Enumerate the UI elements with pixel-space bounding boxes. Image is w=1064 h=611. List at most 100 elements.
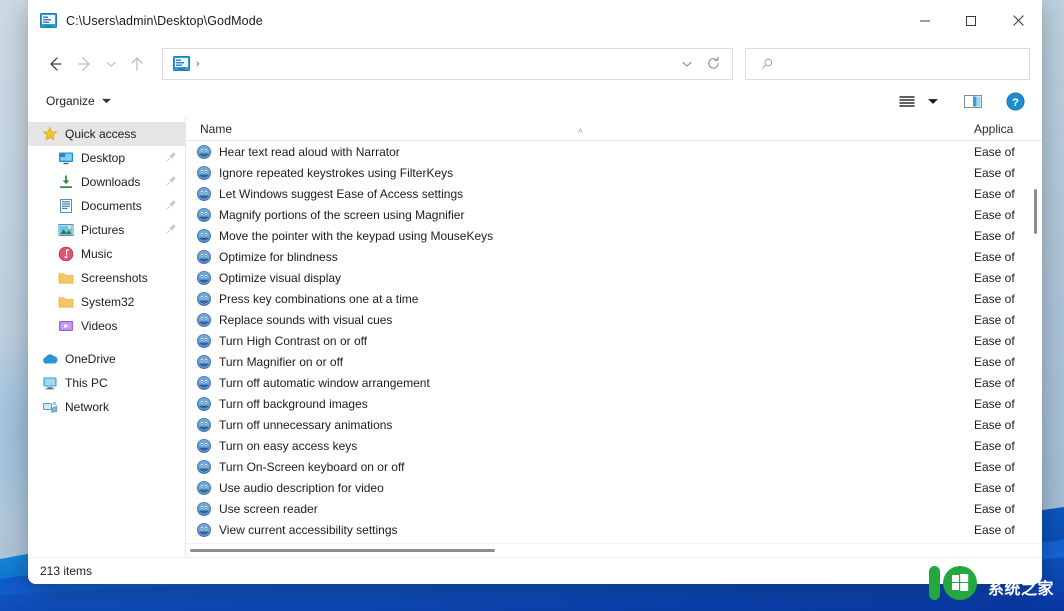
table-row[interactable]: Turn on easy access keys Ease of <box>186 435 1042 456</box>
table-row[interactable]: Optimize visual display Ease of <box>186 267 1042 288</box>
view-options-button[interactable] <box>892 89 922 113</box>
file-name-cell[interactable]: View current accessibility settings <box>186 522 968 538</box>
pin-icon[interactable] <box>166 151 177 165</box>
file-rows-container[interactable]: Hear text read aloud with Narrator Ease o… <box>186 141 1042 543</box>
sidebar-item-desktop[interactable]: Desktop <box>28 146 185 170</box>
table-row[interactable]: Turn off unnecessary animations Ease of <box>186 414 1042 435</box>
breadcrumb-separator[interactable]: › <box>196 58 200 70</box>
file-name-cell[interactable]: Turn off background images <box>186 396 968 412</box>
sidebar-item-system32[interactable]: System32 <box>28 290 185 314</box>
sidebar-item-pictures[interactable]: Pictures <box>28 218 185 242</box>
sidebar-item-videos[interactable]: Videos <box>28 314 185 338</box>
file-name-cell[interactable]: Turn Magnifier on or off <box>186 354 968 370</box>
refresh-button[interactable] <box>700 49 726 79</box>
pin-icon[interactable] <box>166 175 177 189</box>
pin-icon[interactable] <box>166 223 177 237</box>
up-button[interactable] <box>122 49 152 79</box>
file-name-cell[interactable]: Replace sounds with visual cues <box>186 312 968 328</box>
maximize-button[interactable] <box>948 0 994 41</box>
sidebar-item-downloads[interactable]: Downloads <box>28 170 185 194</box>
file-name-cell[interactable]: Magnify portions of the screen using Mag… <box>186 207 968 223</box>
file-name-cell[interactable]: Ignore repeated keystrokes using FilterK… <box>186 165 968 181</box>
table-row[interactable]: Ignore repeated keystrokes using FilterK… <box>186 162 1042 183</box>
table-row[interactable]: Optimize for blindness Ease of <box>186 246 1042 267</box>
table-row[interactable]: Turn Magnifier on or off Ease of <box>186 351 1042 372</box>
ease-of-access-icon <box>197 249 211 264</box>
table-row[interactable]: Turn off automatic window arrangement Eas… <box>186 372 1042 393</box>
table-row[interactable]: Turn off background images Ease of <box>186 393 1042 414</box>
file-name-cell[interactable]: Turn off unnecessary animations <box>186 417 968 433</box>
sidebar-item-screenshots[interactable]: Screenshots <box>28 266 185 290</box>
ease-of-access-icon <box>197 438 211 453</box>
address-dropdown-button[interactable] <box>674 49 700 79</box>
file-name-label: View current accessibility settings <box>219 522 398 537</box>
vertical-scrollbar[interactable] <box>1028 141 1042 557</box>
close-button[interactable] <box>994 0 1042 41</box>
folder-icon <box>58 270 74 286</box>
pin-icon <box>166 151 176 162</box>
table-row[interactable]: Replace sounds with visual cues Ease of <box>186 309 1042 330</box>
horizontal-scrollbar[interactable] <box>186 543 1042 557</box>
view-dropdown-button[interactable] <box>924 89 942 113</box>
search-icon <box>762 58 773 69</box>
minimize-button[interactable] <box>902 0 948 41</box>
pin-icon[interactable] <box>166 199 177 213</box>
sidebar-item-quick-access[interactable]: Quick access <box>28 122 185 146</box>
table-row[interactable]: View current accessibility settings Ease … <box>186 519 1042 540</box>
help-button[interactable]: ? <box>1000 89 1030 113</box>
horizontal-scrollbar-thumb[interactable] <box>190 549 495 552</box>
navigation-sidebar[interactable]: Quick access Desktop Downloads Documents Pic… <box>28 116 185 557</box>
file-name-cell[interactable]: Turn on easy access keys <box>186 438 968 454</box>
file-name-label: Press key combinations one at a time <box>219 291 419 306</box>
sidebar-item-this-pc[interactable]: This PC <box>28 371 185 395</box>
pictures-icon <box>58 224 74 236</box>
back-button[interactable] <box>40 49 70 79</box>
file-name-cell[interactable]: Turn High Contrast on or off <box>186 333 968 349</box>
table-row[interactable]: Turn On-Screen keyboard on or off Ease of <box>186 456 1042 477</box>
file-name-cell[interactable]: Press key combinations one at a time <box>186 291 968 307</box>
table-row[interactable]: Use audio description for video Ease of <box>186 477 1042 498</box>
file-name-cell[interactable]: Use audio description for video <box>186 480 968 496</box>
file-name-cell[interactable]: Let Windows suggest Ease of Access setti… <box>186 186 968 202</box>
forward-button[interactable] <box>70 49 100 79</box>
file-name-cell[interactable]: Optimize visual display <box>186 270 968 286</box>
search-box[interactable] <box>745 47 1030 80</box>
sidebar-item-documents[interactable]: Documents <box>28 194 185 218</box>
sidebar-item-network[interactable]: Network <box>28 395 185 419</box>
title-bar[interactable]: C:\Users\admin\Desktop\GodMode <box>28 0 1042 41</box>
table-row[interactable]: Press key combinations one at a time Ease… <box>186 288 1042 309</box>
column-header-name[interactable]: Name ^ <box>186 122 968 140</box>
table-row[interactable]: Use screen reader Ease of <box>186 498 1042 519</box>
table-row[interactable]: Turn High Contrast on or off Ease of <box>186 330 1042 351</box>
file-name-label: Hear text read aloud with Narrator <box>219 144 400 159</box>
table-row[interactable]: Hear text read aloud with Narrator Ease o… <box>186 141 1042 162</box>
preview-pane-button[interactable] <box>958 89 988 113</box>
onedrive-cloud-icon <box>43 354 58 364</box>
downloads-icon <box>58 174 74 190</box>
vertical-scrollbar-thumb[interactable] <box>1034 189 1037 234</box>
file-name-cell[interactable]: Turn off automatic window arrangement <box>186 375 968 391</box>
folder-icon <box>58 273 74 284</box>
table-row[interactable]: Let Windows suggest Ease of Access setti… <box>186 183 1042 204</box>
table-row[interactable]: Move the pointer with the keypad using M… <box>186 225 1042 246</box>
folder-icon <box>58 297 74 308</box>
ease-of-access-icon <box>197 270 211 285</box>
file-name-cell[interactable]: Use screen reader <box>186 501 968 517</box>
refresh-icon <box>707 56 719 69</box>
file-name-cell[interactable]: Optimize for blindness <box>186 249 968 265</box>
table-row[interactable]: Magnify portions of the screen using Mag… <box>186 204 1042 225</box>
column-header-application-label: Applica <box>974 122 1014 136</box>
address-bar[interactable]: › <box>162 47 733 80</box>
file-name-cell[interactable]: Turn On-Screen keyboard on or off <box>186 459 968 475</box>
network-icon <box>43 401 58 413</box>
organize-button[interactable]: Organize <box>40 91 117 111</box>
sidebar-item-onedrive[interactable]: OneDrive <box>28 347 185 371</box>
column-header-application[interactable]: Applica <box>968 122 1042 140</box>
watermark: Win10 系统之家 <box>927 563 1054 603</box>
file-name-cell[interactable]: Hear text read aloud with Narrator <box>186 144 968 160</box>
recent-locations-button[interactable] <box>100 49 122 79</box>
search-input[interactable] <box>780 56 1021 71</box>
sidebar-item-music[interactable]: Music <box>28 242 185 266</box>
command-bar-right: ? <box>892 89 1030 113</box>
file-name-cell[interactable]: Move the pointer with the keypad using M… <box>186 228 968 244</box>
